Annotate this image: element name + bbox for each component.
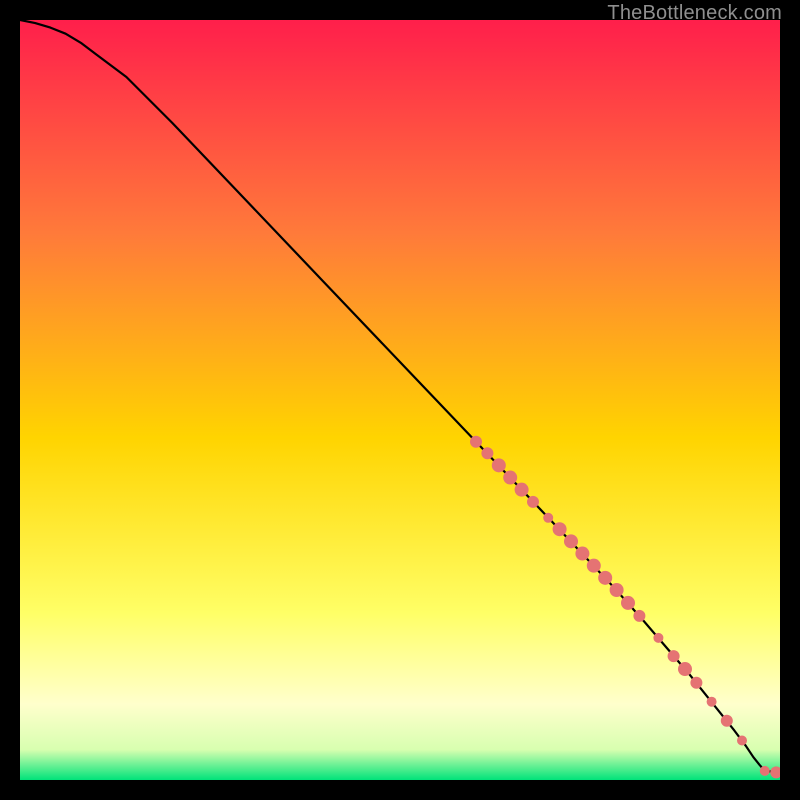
data-point	[492, 458, 506, 472]
data-point	[515, 483, 529, 497]
chart-svg	[20, 20, 780, 780]
data-point	[690, 677, 702, 689]
data-point	[707, 697, 717, 707]
data-point	[543, 513, 553, 523]
data-point	[633, 610, 645, 622]
data-point	[553, 522, 567, 536]
gradient-background	[20, 20, 780, 780]
data-point	[481, 447, 493, 459]
data-point	[678, 662, 692, 676]
data-point	[587, 559, 601, 573]
data-point	[470, 436, 482, 448]
data-point	[737, 735, 747, 745]
data-point	[575, 547, 589, 561]
data-point	[653, 633, 663, 643]
data-point	[760, 766, 770, 776]
data-point	[610, 583, 624, 597]
data-point	[564, 534, 578, 548]
data-point	[598, 571, 612, 585]
data-point	[621, 596, 635, 610]
data-point	[668, 650, 680, 662]
chart-frame: TheBottleneck.com	[20, 20, 780, 780]
data-point	[503, 471, 517, 485]
data-point	[527, 496, 539, 508]
data-point	[721, 715, 733, 727]
